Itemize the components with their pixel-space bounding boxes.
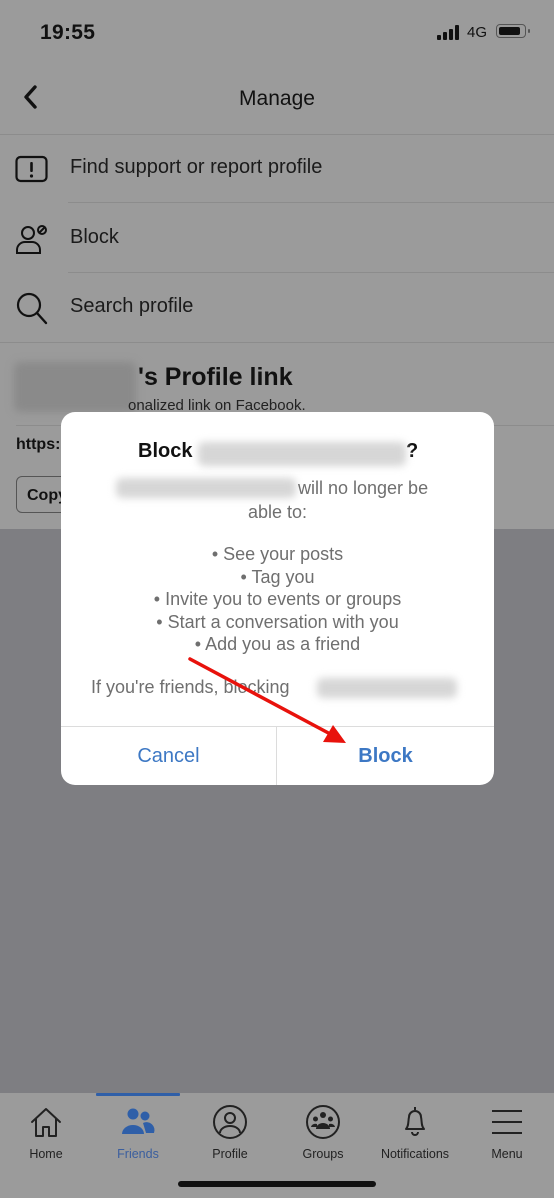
cancel-button[interactable]: Cancel bbox=[61, 727, 276, 785]
network-type: 4G bbox=[467, 24, 488, 41]
tab-label: Friends bbox=[117, 1147, 159, 1161]
list-item: • Start a conversation with you bbox=[156, 611, 399, 632]
search-icon bbox=[16, 292, 48, 325]
menu-item-search-profile[interactable]: Search profile bbox=[0, 273, 554, 342]
signal-icon bbox=[437, 25, 459, 40]
battery-icon bbox=[496, 24, 530, 38]
tab-groups[interactable]: Groups bbox=[277, 1103, 369, 1167]
block-button[interactable]: Block bbox=[277, 727, 494, 785]
tab-friends[interactable]: Friends bbox=[92, 1103, 184, 1167]
dialog-title-prefix: Block bbox=[138, 440, 193, 462]
status-time: 19:55 bbox=[40, 21, 96, 44]
menu-item-label: Search profile bbox=[70, 295, 194, 317]
blocked-actions-list: • See your posts • Tag you • Invite you … bbox=[61, 543, 494, 656]
profile-url: https: bbox=[16, 436, 61, 453]
redacted-name bbox=[14, 362, 136, 412]
tab-label: Groups bbox=[302, 1147, 344, 1161]
groups-icon bbox=[306, 1105, 340, 1139]
redacted-name bbox=[116, 478, 296, 498]
bell-icon bbox=[405, 1107, 425, 1136]
menu-item-report[interactable]: Find support or report profile bbox=[0, 134, 554, 203]
menu-item-block[interactable]: Block bbox=[0, 204, 554, 273]
list-item: • Tag you bbox=[240, 566, 315, 587]
nav-header: Manage bbox=[0, 60, 554, 135]
menu-item-label: Find support or report profile bbox=[70, 156, 323, 178]
profile-link-title: 's Profile link bbox=[138, 363, 293, 391]
tab-notifications[interactable]: Notifications bbox=[369, 1103, 461, 1167]
list-item: • See your posts bbox=[211, 544, 344, 564]
tab-label: Profile bbox=[212, 1147, 248, 1161]
active-tab-indicator bbox=[96, 1093, 180, 1096]
menu-item-label: Block bbox=[70, 226, 119, 248]
tab-home[interactable]: Home bbox=[0, 1103, 92, 1167]
profile-icon bbox=[213, 1105, 247, 1139]
friends-note: If you're friends, blocking bbox=[91, 677, 290, 697]
redacted-name bbox=[317, 678, 457, 698]
friends-icon bbox=[122, 1108, 155, 1134]
redacted-name bbox=[198, 442, 406, 466]
block-user-icon bbox=[16, 225, 47, 254]
tab-label: Notifications bbox=[380, 1147, 450, 1161]
dialog-message: will no longer be bbox=[298, 478, 429, 498]
divider bbox=[68, 202, 554, 203]
home-icon bbox=[31, 1108, 61, 1137]
dialog-title-suffix: ? bbox=[406, 440, 419, 462]
status-bar: 19:55 4G bbox=[0, 0, 554, 60]
tab-label: Home bbox=[29, 1147, 63, 1161]
block-confirm-dialog: Block ? will no longer be able to: • See… bbox=[61, 412, 494, 785]
report-icon bbox=[15, 155, 48, 183]
list-item: • Invite you to events or groups bbox=[153, 589, 402, 609]
tab-label: Menu bbox=[491, 1147, 523, 1161]
tab-menu[interactable]: Menu bbox=[461, 1103, 553, 1167]
list-item: • Add you as a friend bbox=[194, 634, 361, 654]
tab-profile[interactable]: Profile bbox=[184, 1103, 276, 1167]
divider bbox=[0, 342, 554, 343]
dialog-message-cont: able to: bbox=[247, 502, 308, 522]
page-title: Manage bbox=[239, 87, 315, 110]
home-indicator[interactable] bbox=[178, 1181, 376, 1187]
menu-icon bbox=[492, 1110, 522, 1134]
